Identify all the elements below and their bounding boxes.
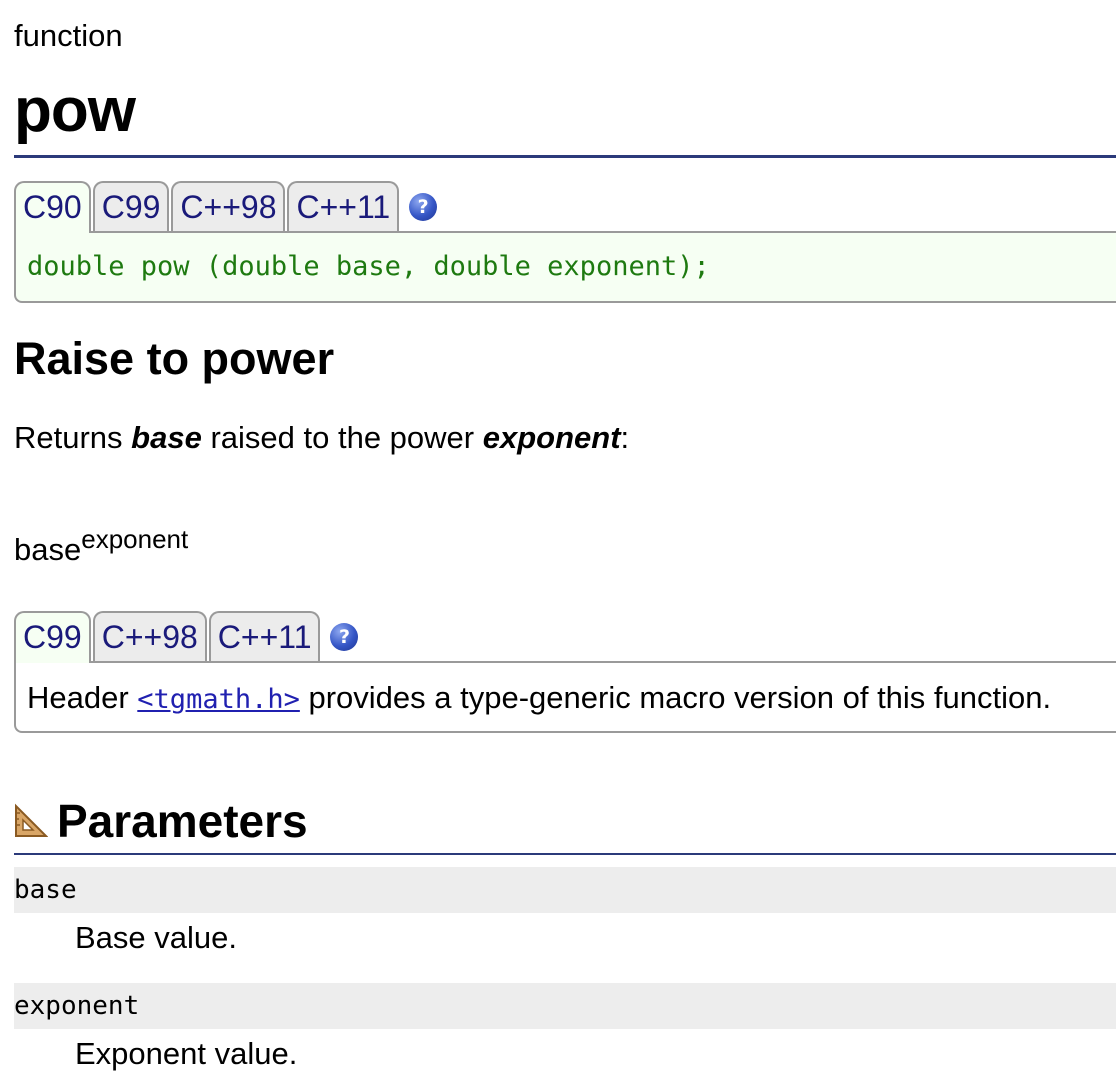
- formula-base: base: [14, 532, 82, 567]
- description-paragraph: Returns base raised to the power exponen…: [14, 418, 629, 458]
- note-version-tabs: C99 C++98 C++11 ?: [14, 610, 1116, 663]
- tab-cpp11[interactable]: C++11: [287, 181, 400, 231]
- title-divider: [14, 155, 1116, 158]
- section-heading: Raise to power: [14, 333, 335, 384]
- tab-c99[interactable]: C99: [92, 181, 170, 231]
- tab-c90[interactable]: C90: [14, 181, 91, 233]
- param-description-exponent: Exponent value.: [75, 1036, 298, 1071]
- param-name-base: base: [14, 867, 1116, 913]
- section-heading-parameters: Parameters: [57, 795, 308, 847]
- function-prototype: double pow (double base, double exponent…: [14, 231, 1116, 303]
- parameters-divider: [14, 853, 1116, 855]
- param-name-exponent: exponent: [14, 983, 1116, 1029]
- text-segment: raised to the power: [201, 420, 483, 455]
- text-segment: :: [620, 420, 630, 455]
- question-icon[interactable]: ?: [330, 623, 359, 651]
- note-text: Header <tgmath.h> provides a type-generi…: [14, 661, 1116, 733]
- question-icon[interactable]: ?: [409, 193, 438, 221]
- tab-c99[interactable]: C99: [14, 611, 91, 663]
- text-segment: provides a type-generic macro version of…: [299, 680, 1052, 715]
- prototype-box: C90 C99 C++98 C++11 ? double pow (double…: [14, 180, 1116, 303]
- param-reference-exponent: exponent: [482, 420, 621, 455]
- param-description-base: Base value.: [75, 920, 237, 955]
- text-segment: Header: [27, 680, 138, 715]
- parameters-header: Parameters: [14, 793, 308, 849]
- entity-kind-label: function: [14, 18, 123, 53]
- tab-cpp98[interactable]: C++98: [171, 181, 286, 231]
- tab-cpp98[interactable]: C++98: [92, 611, 207, 661]
- formula: baseexponent: [14, 516, 188, 573]
- tgmath-header-link[interactable]: <tgmath.h>: [137, 684, 300, 715]
- text-segment: Returns: [14, 420, 132, 455]
- prototype-version-tabs: C90 C99 C++98 C++11 ?: [14, 180, 1116, 233]
- note-box: C99 C++98 C++11 ? Header <tgmath.h> prov…: [14, 610, 1116, 733]
- tab-cpp11[interactable]: C++11: [208, 611, 321, 661]
- param-reference-base: base: [131, 420, 202, 455]
- formula-exponent: exponent: [81, 524, 189, 554]
- page-title: pow: [14, 76, 136, 145]
- ruler-triangle-icon: [15, 803, 48, 837]
